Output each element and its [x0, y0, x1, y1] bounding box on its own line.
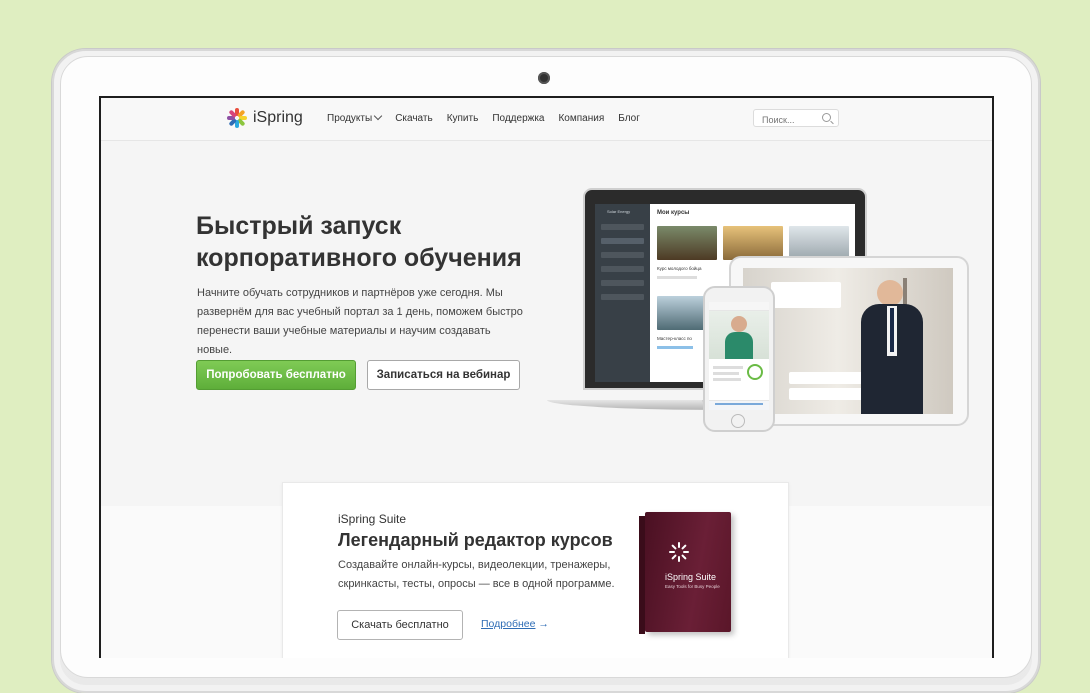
hero-subtitle: Начните обучать сотрудников и партнёров …	[197, 287, 523, 356]
nav-item-download[interactable]: Скачать	[395, 113, 433, 124]
suite-title: Легендарный редактор курсов	[338, 530, 613, 550]
course-title: Курс молодого бойца	[657, 266, 702, 271]
course-title: Мастер-класс по	[657, 336, 692, 341]
nav-item-blog[interactable]: Блог	[618, 113, 640, 124]
site-header: iSpring Продукты Скачать Купить Поддержк…	[101, 98, 992, 141]
box-subtitle: Easy Tools for Busy People	[665, 584, 720, 589]
mockup-sidebar: Solar Energy	[595, 204, 650, 382]
hero-title: Быстрый запуск корпоративного обучения	[196, 212, 522, 272]
arrow-right-icon: →	[538, 618, 549, 630]
nav-item-products[interactable]: Продукты	[327, 111, 383, 124]
nav-item-buy[interactable]: Купить	[447, 113, 479, 124]
camera-icon	[538, 72, 550, 84]
ispring-flower-icon	[669, 542, 689, 562]
phone-mockup-screen	[709, 302, 769, 410]
mockup-header: Мои курсы	[657, 210, 690, 216]
devices-illustration: Solar Energy Мои курсы Курс молодого бой…	[547, 188, 969, 438]
nav-item-support[interactable]: Поддержка	[492, 113, 544, 124]
try-free-button[interactable]: Попробовать бесплатно	[196, 360, 356, 390]
nav-item-company[interactable]: Компания	[558, 113, 604, 124]
box-title: iSpring Suite	[665, 572, 717, 582]
search-input[interactable]	[760, 112, 826, 128]
suite-description: Создавайте онлайн-курсы, видеолекции, тр…	[338, 559, 615, 590]
phone-mockup	[703, 286, 775, 432]
main-nav: Продукты Скачать Купить Поддержка Компан…	[327, 111, 654, 124]
mockup-brand: Solar Energy	[607, 209, 631, 214]
logo-text: iSpring	[253, 109, 303, 126]
suite-product-box: iSpring Suite Easy Tools for Busy People	[639, 512, 731, 634]
browser-viewport: iSpring Продукты Скачать Купить Поддержк…	[99, 96, 994, 658]
more-link[interactable]: Подробнее →	[481, 618, 549, 630]
webinar-button[interactable]: Записаться на вебинар	[367, 360, 520, 390]
chevron-down-icon	[373, 111, 383, 121]
search-icon[interactable]	[822, 113, 831, 122]
download-free-button[interactable]: Скачать бесплатно	[337, 610, 463, 640]
course-thumbnail	[723, 226, 783, 260]
ispring-flower-icon	[227, 108, 247, 128]
search-box	[753, 109, 839, 128]
course-thumbnail	[789, 226, 849, 260]
suite-product-name: iSpring Suite	[338, 512, 407, 526]
course-thumbnail	[657, 226, 717, 260]
logo[interactable]: iSpring	[227, 108, 303, 128]
